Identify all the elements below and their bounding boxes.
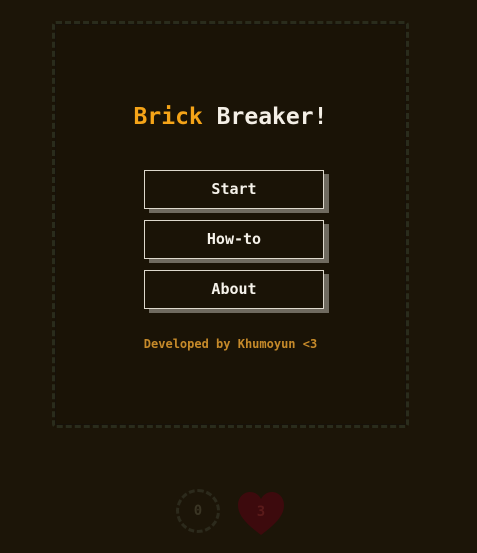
title-brick: Brick xyxy=(133,104,203,130)
lives-value: 3 xyxy=(256,504,266,520)
how-to-button[interactable]: How-to xyxy=(144,220,324,259)
game-board: Brick Breaker! Start How-to About Develo… xyxy=(52,21,409,428)
about-button[interactable]: About xyxy=(144,270,324,309)
title-breaker: Breaker! xyxy=(216,104,328,130)
game-title: Brick Breaker! xyxy=(55,104,406,130)
score-counter: 0 xyxy=(176,489,220,533)
hud: 0 3 xyxy=(176,487,296,543)
start-button[interactable]: Start xyxy=(144,170,324,209)
score-value: 0 xyxy=(193,503,203,519)
main-menu: Start How-to About xyxy=(144,170,324,320)
developer-credit: Developed by Khumoyun <3 xyxy=(143,337,318,351)
lives-counter: 3 xyxy=(236,491,286,539)
